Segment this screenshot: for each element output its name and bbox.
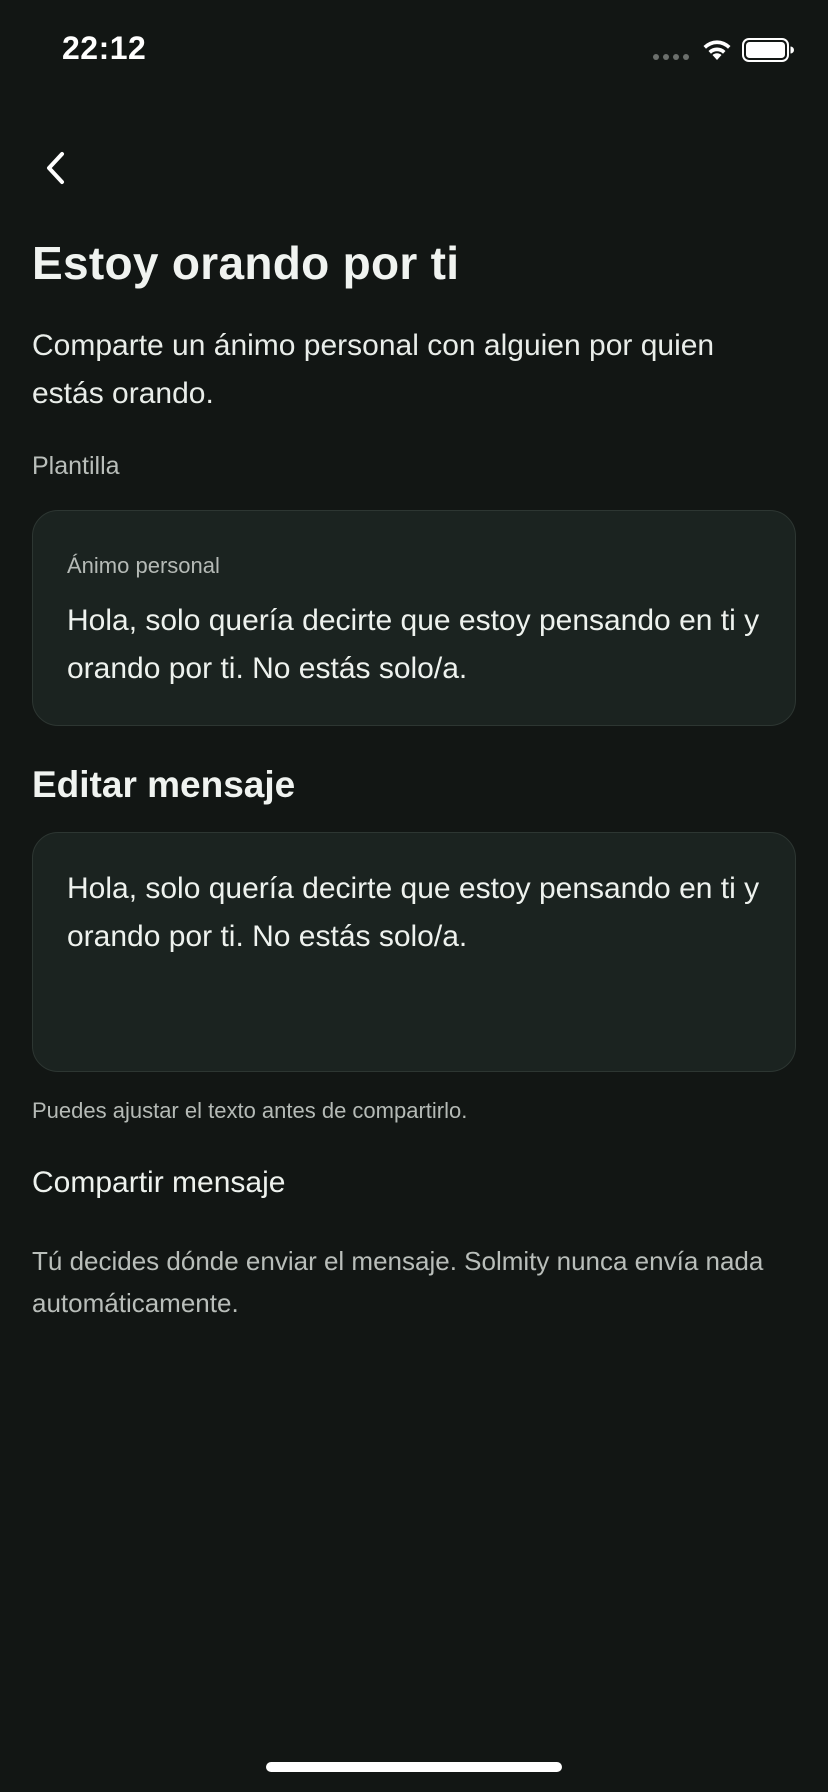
template-card[interactable]: Ánimo personal Hola, solo quería decirte…	[32, 510, 796, 726]
status-bar: 22:12	[0, 0, 828, 100]
status-time: 22:12	[62, 30, 147, 66]
signal-icon	[653, 54, 689, 60]
battery-icon	[742, 38, 794, 62]
share-message-heading: Compartir mensaje	[32, 1166, 286, 1199]
page-subtitle: Comparte un ánimo personal con alguien p…	[32, 329, 715, 410]
edit-message-heading: Editar mensaje	[32, 764, 296, 805]
template-card-text: Hola, solo quería decirte que estoy pens…	[67, 604, 760, 685]
chevron-left-icon	[47, 152, 64, 184]
editor-hint: Puedes ajustar el texto antes de compart…	[32, 1098, 468, 1123]
template-card-label: Ánimo personal	[67, 553, 220, 578]
wifi-icon	[703, 40, 731, 60]
home-indicator[interactable]	[266, 1762, 562, 1772]
page-title: Estoy orando por ti	[32, 237, 460, 289]
back-button[interactable]	[36, 146, 76, 190]
template-section-label: Plantilla	[32, 452, 120, 480]
message-editor[interactable]: Hola, solo quería decirte que estoy pens…	[32, 832, 796, 1072]
share-message-description: Tú decides dónde enviar el mensaje. Solm…	[32, 1246, 764, 1318]
message-editor-text[interactable]: Hola, solo quería decirte que estoy pens…	[67, 865, 767, 961]
